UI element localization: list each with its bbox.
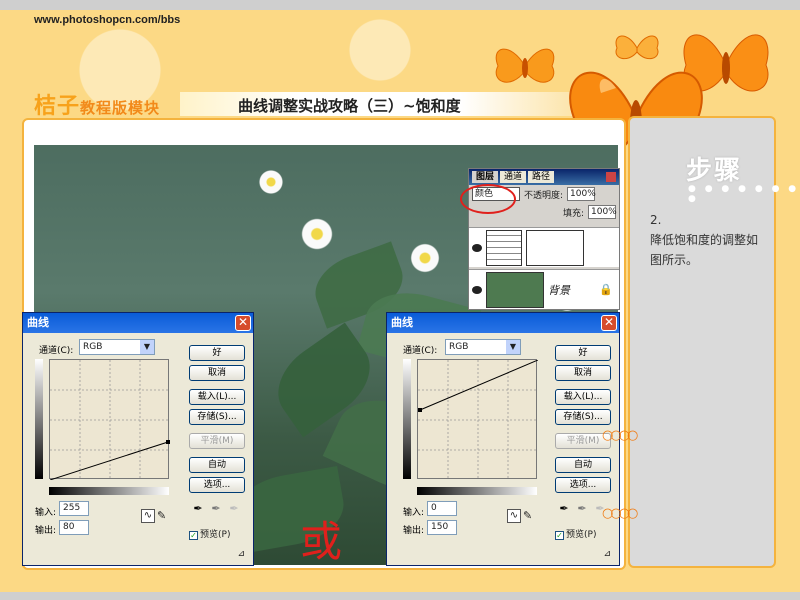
curve-graph[interactable] <box>49 359 170 481</box>
curves-thumb-icon <box>486 229 522 266</box>
options-button[interactable]: 选项... <box>555 477 611 493</box>
step-text: 降低饱和度的调整如图所示。 <box>650 233 759 267</box>
dialog-titlebar: 曲线 ✕ <box>387 313 619 333</box>
brand-main: 桔子 <box>34 94 81 119</box>
pencil-icon[interactable]: ✎ <box>523 509 532 522</box>
brand-logo: 桔子教程版模块 <box>34 88 160 120</box>
curve-plot <box>49 360 170 481</box>
top-border <box>0 0 800 10</box>
input-field[interactable]: 255 <box>59 501 89 516</box>
panel-close-icon[interactable] <box>606 172 616 182</box>
input-label: 输入: <box>35 508 57 518</box>
ok-button[interactable]: 好 <box>189 345 245 361</box>
step-description: 2. 降低饱和度的调整如图所示。 <box>650 210 768 270</box>
channel-value: RGB <box>449 342 469 352</box>
dialog-titlebar: 曲线 ✕ <box>23 313 253 333</box>
options-button[interactable]: 选项... <box>189 477 245 493</box>
ok-button[interactable]: 好 <box>555 345 611 361</box>
output-label: 输出: <box>403 526 425 536</box>
white-eyedropper-icon[interactable]: ✒ <box>229 503 239 515</box>
pencil-icon[interactable]: ✎ <box>157 509 166 522</box>
preview-label: 预览(P) <box>200 530 231 540</box>
output-field[interactable]: 150 <box>427 520 457 535</box>
layer-mask-thumb <box>526 229 584 266</box>
chevron-down-icon: ▼ <box>140 340 154 354</box>
curve-tool-icon[interactable]: ∿ <box>141 509 155 523</box>
auto-button[interactable]: 自动 <box>189 457 245 473</box>
tab-paths[interactable]: 路径 <box>528 171 555 183</box>
chevron-down-icon: ▼ <box>506 340 520 354</box>
gray-eyedropper-icon[interactable]: ✒ <box>211 503 221 515</box>
curve-plot <box>418 359 539 480</box>
output-gradient-bar <box>403 359 411 479</box>
save-button[interactable]: 存储(S)... <box>555 409 611 425</box>
preview-checkbox[interactable]: ✓ 预览(P) <box>189 527 230 540</box>
tab-layers[interactable]: 图层 <box>472 171 499 183</box>
eye-icon[interactable] <box>472 243 482 252</box>
butterfly-icon <box>495 48 555 83</box>
close-icon[interactable]: ✕ <box>601 315 617 331</box>
save-button[interactable]: 存储(S)... <box>189 409 245 425</box>
black-eyedropper-icon[interactable]: ✒ <box>193 503 203 515</box>
auto-button[interactable]: 自动 <box>555 457 611 473</box>
curve-graph[interactable] <box>417 359 539 480</box>
curves-dialog-right: 曲线 ✕ 通道(C): RGB ▼ 输入: 0 输出: 150 ∿ ✎ 好 取消 … <box>386 312 620 566</box>
eye-icon[interactable] <box>472 285 482 294</box>
tab-channels[interactable]: 通道 <box>500 171 527 183</box>
or-text: 或 <box>300 517 343 566</box>
step-number: 2. <box>650 213 662 227</box>
cancel-button[interactable]: 取消 <box>555 365 611 381</box>
bottom-border <box>0 592 800 600</box>
chain-connector-icon: ○○○○ <box>602 506 638 521</box>
output-label: 输出: <box>35 526 57 536</box>
channel-label: 通道(C): <box>39 346 74 356</box>
opacity-input[interactable]: 100% <box>567 187 596 201</box>
fill-input[interactable]: 100% <box>588 205 617 219</box>
output-field[interactable]: 80 <box>59 520 89 535</box>
resize-icon[interactable]: ⊿ <box>237 549 245 559</box>
output-gradient-bar <box>35 359 43 479</box>
dialog-title: 曲线 <box>391 316 413 329</box>
black-eyedropper-icon[interactable]: ✒ <box>559 503 569 515</box>
load-button[interactable]: 载入(L)... <box>555 389 611 405</box>
curves-dialog-left: 曲线 ✕ 通道(C): RGB ▼ 输入: 255 输出: 80 ∿ ✎ 好 取消… <box>22 312 254 566</box>
smooth-button[interactable]: 平滑(M) <box>189 433 245 449</box>
site-url[interactable]: www.photoshopcn.com/bbs <box>34 14 180 26</box>
curve-tool-icon[interactable]: ∿ <box>507 509 521 523</box>
opacity-label: 不透明度: <box>524 190 564 201</box>
curves-adjustment-layer[interactable] <box>469 227 619 267</box>
preview-checkbox[interactable]: ✓ 预览(P) <box>555 527 596 540</box>
brand-sub: 教程版模块 <box>80 99 161 117</box>
fill-label: 填充: <box>562 208 584 219</box>
lock-icon: 🔒 <box>599 283 613 296</box>
input-label: 输入: <box>403 508 425 518</box>
gray-eyedropper-icon[interactable]: ✒ <box>577 503 587 515</box>
channel-select[interactable]: RGB ▼ <box>445 339 521 355</box>
resize-icon[interactable]: ⊿ <box>603 549 611 559</box>
channel-label: 通道(C): <box>403 346 438 356</box>
dialog-title: 曲线 <box>27 316 49 329</box>
channel-value: RGB <box>83 342 103 352</box>
input-gradient-bar <box>49 487 169 495</box>
steps-dots: ● ● ● ● ● ● ● ● <box>688 184 800 204</box>
highlight-circle <box>460 184 516 214</box>
input-gradient-bar <box>417 487 537 495</box>
background-layer-name: 背景 <box>548 283 570 297</box>
background-layer[interactable]: 背景 🔒 <box>469 269 619 309</box>
close-icon[interactable]: ✕ <box>235 315 251 331</box>
background-thumb <box>486 271 544 308</box>
input-field[interactable]: 0 <box>427 501 457 516</box>
chain-connector-icon: ○○○○ <box>602 428 638 443</box>
cancel-button[interactable]: 取消 <box>189 365 245 381</box>
page-title: 曲线调整实战攻略（三）~饱和度 <box>238 97 461 115</box>
layers-panel-tabs: 图层 通道 路径 <box>469 169 619 185</box>
preview-label: 预览(P) <box>566 530 597 540</box>
load-button[interactable]: 载入(L)... <box>189 389 245 405</box>
steps-title: 步骤 <box>686 156 743 186</box>
channel-select[interactable]: RGB ▼ <box>79 339 155 355</box>
